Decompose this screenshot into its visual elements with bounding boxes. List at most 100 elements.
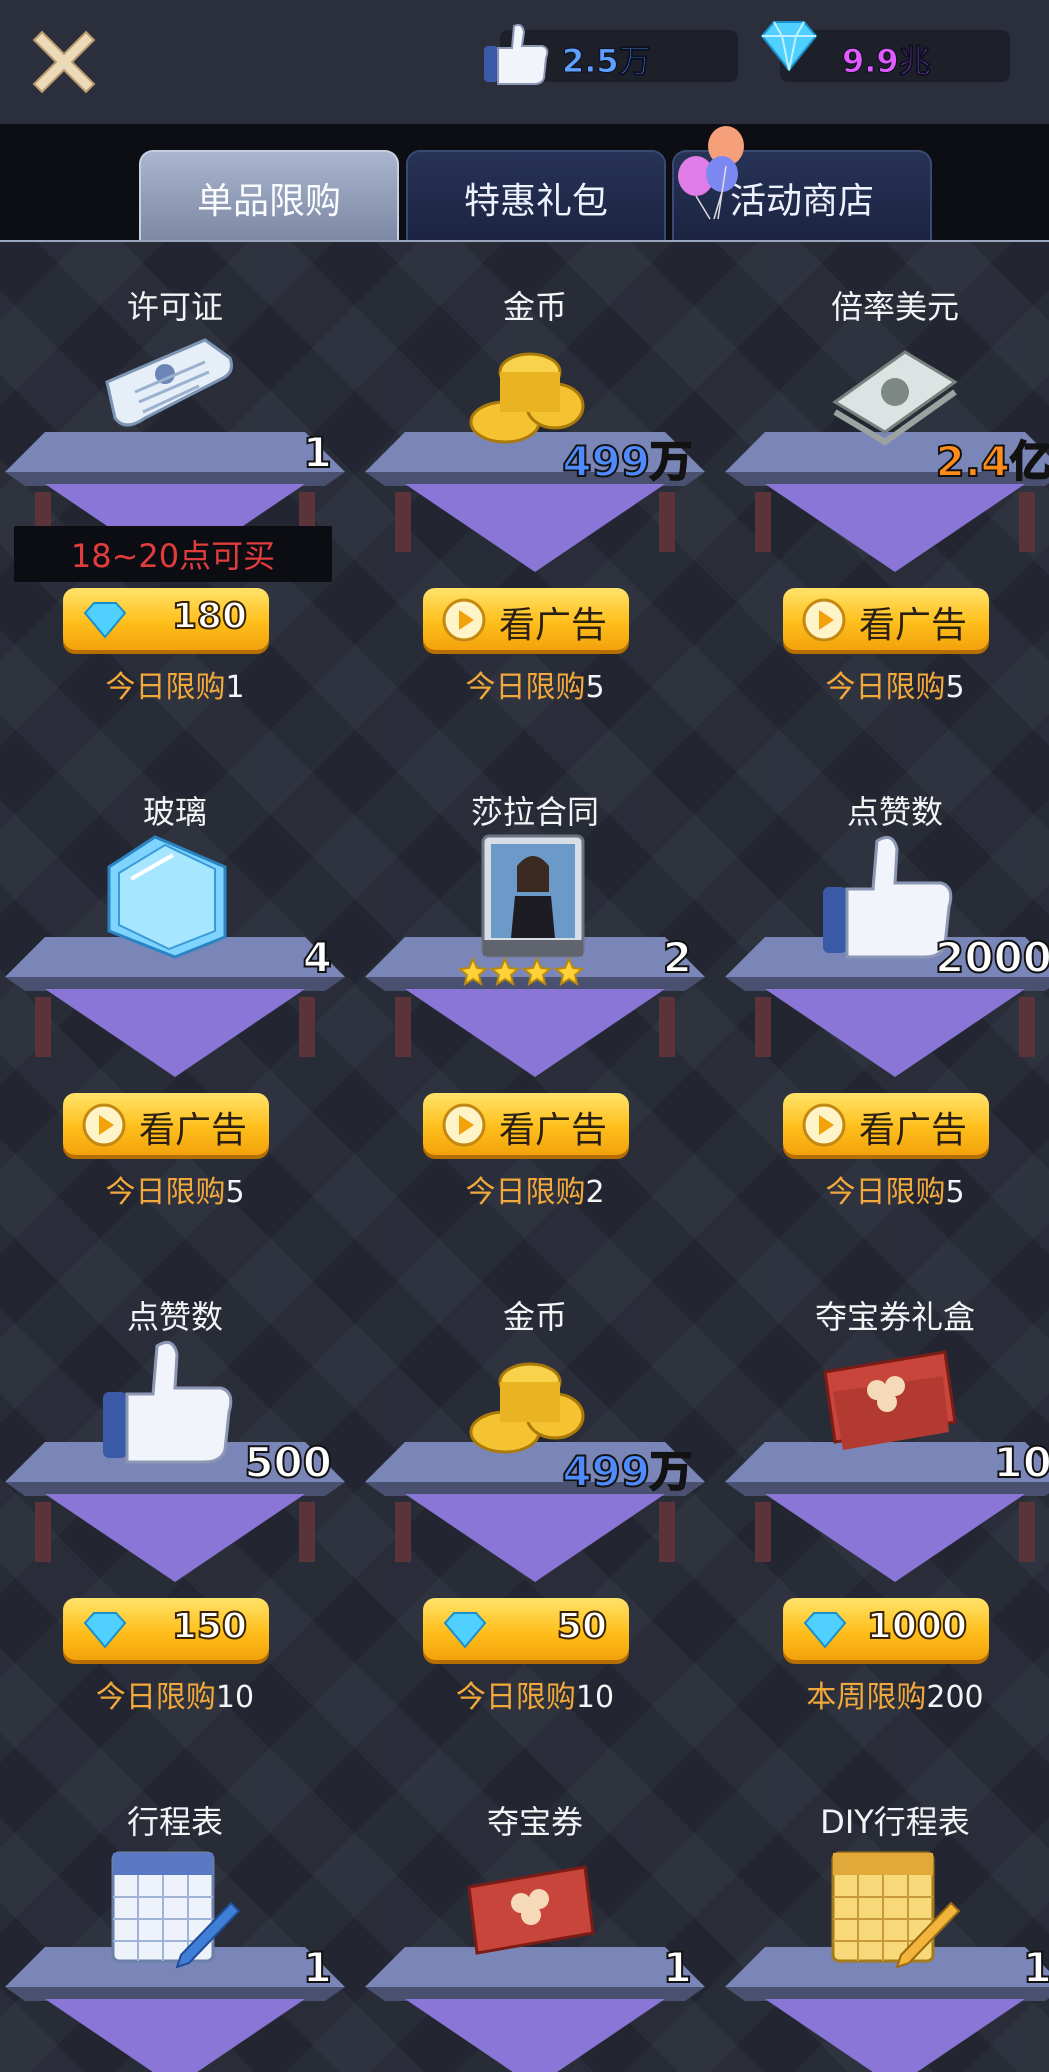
limit-label: 今日限购 (95, 1680, 216, 1715)
shop-item-gold-coins[interactable]: 金币 499万 看广告 今日限购5 (360, 242, 710, 747)
shop-grid: 许可证 1 18~20点可买 180 今日限购1 金币 499万 看广告 今日限… (0, 242, 1049, 2072)
limit-value: 10 (575, 1680, 615, 1715)
shop-item-glass[interactable]: 玻璃 4 看广告 今日限购5 (0, 747, 350, 1252)
shop-item-diy-schedule[interactable]: DIY行程表 1 (720, 1757, 1049, 2072)
item-count: 10 (993, 1437, 1049, 1488)
item-count: 2000 (934, 932, 1049, 983)
play-icon (442, 598, 486, 642)
price: 1000 (866, 1605, 968, 1648)
watch-ad-button[interactable]: 看广告 (63, 1093, 269, 1155)
diamond-icon (443, 1612, 487, 1649)
limit-label: 今日限购 (105, 670, 226, 705)
limit-label: 今日限购 (465, 1175, 586, 1210)
buy-gem-button[interactable]: 180 (63, 588, 269, 650)
watch-ad-button[interactable]: 看广告 (783, 588, 989, 650)
play-icon (802, 598, 846, 642)
close-icon (32, 30, 96, 94)
diamond-icon (83, 1612, 127, 1649)
item-count: 1 (302, 1942, 333, 1993)
play-icon (442, 1103, 486, 1147)
diy-calendar-icon (831, 1851, 961, 1969)
shop-item-multiplier-dollars[interactable]: 倍率美元 2.4亿 看广告 今日限购5 (720, 242, 1049, 747)
shop-item-schedule[interactable]: 行程表 1 (0, 1757, 350, 2072)
ad-label: 看广告 (139, 1110, 248, 1151)
limit-value: 2 (585, 1175, 605, 1210)
shop-item-treasure-ticket-box[interactable]: 夺宝券礼盒 10 1000 本周限购200 (720, 1252, 1049, 1757)
watch-ad-button[interactable]: 看广告 (423, 588, 629, 650)
license-icon (105, 338, 233, 427)
limit-label: 今日限购 (465, 670, 586, 705)
treasure-ticket-box-icon (823, 1350, 957, 1450)
watch-ad-button[interactable]: 看广告 (423, 1093, 629, 1155)
play-icon (802, 1103, 846, 1147)
limit-label: 今日限购 (825, 1175, 946, 1210)
play-icon (82, 1103, 126, 1147)
shop-item-likes[interactable]: 点赞数 2000 看广告 今日限购5 (720, 747, 1049, 1252)
contract-card-icon (457, 834, 585, 987)
item-count: 2.4亿 (935, 436, 1049, 487)
tab-special-packs[interactable]: 特惠礼包 (406, 150, 666, 244)
shop-item-gold-coins-gem[interactable]: 金币 499万 50 今日限购10 (360, 1252, 710, 1757)
watch-ad-button[interactable]: 看广告 (783, 1093, 989, 1155)
purchase-limit: 今日限购5 (720, 662, 1049, 706)
purchase-limit: 今日限购10 (360, 1672, 710, 1716)
price: 180 (171, 595, 248, 638)
diamond-icon (803, 1612, 847, 1649)
limit-value: 5 (585, 670, 605, 705)
item-count: 499万 (561, 1446, 693, 1497)
limit-label: 本周限购 (806, 1680, 927, 1715)
close-button[interactable] (28, 24, 100, 96)
tab-single-item[interactable]: 单品限购 (139, 150, 399, 244)
glass-panes-icon (107, 835, 227, 959)
buy-gem-button[interactable]: 50 (423, 1598, 629, 1660)
top-bar: 2.5万 9.9兆 (0, 0, 1049, 124)
shop-item-sarah-contract[interactable]: 莎拉合同 2 看广告 今日限购2 (360, 747, 710, 1252)
limit-label: 今日限购 (105, 1175, 226, 1210)
purchase-limit: 今日限购10 (0, 1672, 350, 1716)
limit-value: 1 (225, 670, 245, 705)
ad-label: 看广告 (499, 1110, 608, 1151)
purchase-limit: 今日限购5 (0, 1167, 350, 1211)
buy-gem-button[interactable]: 150 (63, 1598, 269, 1660)
ad-label: 看广告 (499, 605, 608, 646)
balloons-icon (678, 126, 744, 220)
purchase-limit: 今日限购5 (720, 1167, 1049, 1211)
item-count: 1 (662, 1942, 693, 1993)
limit-label: 今日限购 (455, 1680, 576, 1715)
gems-counter: 9.9兆 (760, 21, 1010, 82)
item-count: 1 (302, 427, 333, 478)
thumbs-up-icon (484, 23, 549, 85)
diamond-icon (83, 602, 127, 639)
purchase-limit: 今日限购1 (0, 662, 350, 706)
limit-value: 5 (945, 1175, 965, 1210)
shop-item-likes-gem[interactable]: 点赞数 500 150 今日限购10 (0, 1252, 350, 1757)
price: 150 (171, 1605, 248, 1648)
shop-item-treasure-ticket[interactable]: 夺宝券 1 (360, 1757, 710, 2072)
item-count: 499万 (561, 436, 693, 487)
time-restriction: 18~20点可买 (14, 526, 332, 582)
treasure-ticket-icon (467, 1865, 595, 1955)
limit-value: 10 (215, 1680, 255, 1715)
limit-value: 200 (926, 1680, 984, 1715)
price: 50 (556, 1605, 608, 1648)
shop-item-license[interactable]: 许可证 1 18~20点可买 180 今日限购1 (0, 242, 350, 747)
limit-label: 今日限购 (825, 670, 946, 705)
ad-label: 看广告 (859, 1110, 968, 1151)
calendar-icon (111, 1851, 241, 1969)
limit-value: 5 (225, 1175, 245, 1210)
item-count: 1 (1022, 1942, 1049, 1993)
buy-gem-button[interactable]: 1000 (783, 1598, 989, 1660)
item-count: 4 (302, 932, 333, 983)
purchase-limit: 今日限购5 (360, 662, 710, 706)
diamond-icon (760, 21, 818, 72)
purchase-limit: 本周限购200 (720, 1672, 1049, 1716)
likes-counter: 2.5万 (484, 23, 738, 85)
purchase-limit: 今日限购2 (360, 1167, 710, 1211)
ad-label: 看广告 (859, 605, 968, 646)
likes-value: 2.5万 (562, 42, 652, 81)
item-count: 500 (243, 1437, 333, 1488)
limit-value: 5 (945, 670, 965, 705)
gems-value: 9.9兆 (842, 42, 932, 81)
thumbs-up-icon (103, 1340, 233, 1464)
item-count: 2 (662, 932, 693, 983)
